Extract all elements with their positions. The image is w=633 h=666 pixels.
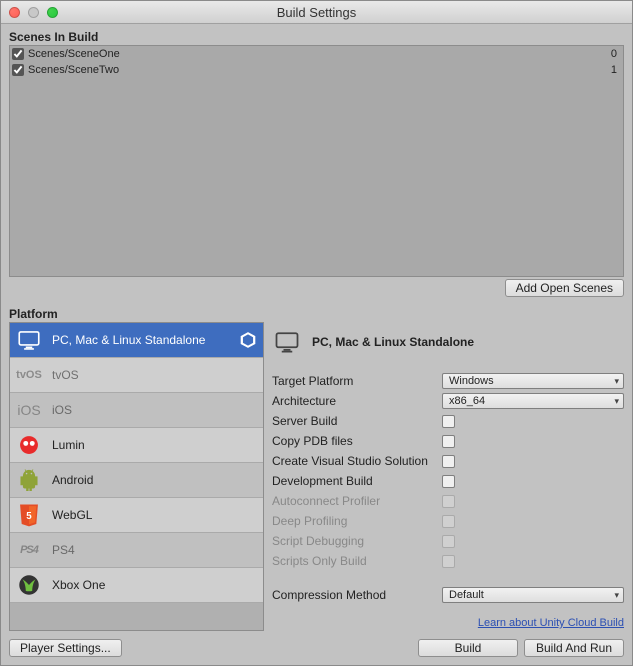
label-scripts-only: Scripts Only Build [272,554,442,568]
row-copy-pdb: Copy PDB files [272,432,624,450]
scene-index: 1 [611,64,619,76]
architecture-dropdown[interactable]: x86_64 ▾ [442,393,624,409]
platform-label: tvOS [52,368,257,382]
cloud-build-link[interactable]: Learn about Unity Cloud Build [272,617,624,629]
platform-row-lumin[interactable]: Lumin [10,428,263,463]
chevron-down-icon: ▾ [614,396,619,407]
row-architecture: Architecture x86_64 ▾ [272,392,624,410]
ps4-icon: PS4 [14,535,44,565]
platform-label: Android [52,473,257,487]
platform-heading: Platform [9,307,624,321]
label-copy-pdb: Copy PDB files [272,434,442,448]
row-script-debug: Script Debugging [272,532,624,550]
build-settings-window: Build Settings Scenes In Build Scenes/Sc… [0,0,633,666]
script-debug-checkbox [442,535,455,548]
footer: Player Settings... Build Build And Run [9,631,624,657]
platform-label: Lumin [52,438,257,452]
label-compression: Compression Method [272,588,442,602]
chevron-down-icon: ▾ [614,376,619,387]
copy-pdb-checkbox[interactable] [442,435,455,448]
platform-row-xboxone[interactable]: Xbox One [10,568,263,603]
vs-solution-checkbox[interactable] [442,455,455,468]
row-server-build: Server Build [272,412,624,430]
deep-profile-checkbox [442,515,455,528]
traffic-lights [1,7,58,18]
target-platform-dropdown[interactable]: Windows ▾ [442,373,624,389]
label-target-platform: Target Platform [272,374,442,388]
dropdown-value: Default [449,589,484,601]
details-title: PC, Mac & Linux Standalone [312,335,474,349]
titlebar: Build Settings [1,1,632,24]
platform-row-webgl[interactable]: 5 WebGL [10,498,263,533]
platform-label: PC, Mac & Linux Standalone [52,333,231,347]
minimize-button[interactable] [28,7,39,18]
platform-row-android[interactable]: Android [10,463,263,498]
scene-label: Scenes/SceneTwo [28,64,611,76]
label-vs-solution: Create Visual Studio Solution [272,454,442,468]
label-script-debug: Script Debugging [272,534,442,548]
row-deep-profile: Deep Profiling [272,512,624,530]
scene-label: Scenes/SceneOne [28,48,611,60]
build-and-run-button[interactable]: Build And Run [524,639,624,657]
lumin-icon [14,430,44,460]
server-build-checkbox[interactable] [442,415,455,428]
platform-list[interactable]: PC, Mac & Linux Standalone tvOS tvOS iOS… [9,322,264,631]
unity-cube-icon [239,331,257,349]
row-vs-solution: Create Visual Studio Solution [272,452,624,470]
platform-label: WebGL [52,508,257,522]
android-icon [14,465,44,495]
scripts-only-checkbox [442,555,455,568]
platform-label: PS4 [52,543,257,557]
label-server-build: Server Build [272,414,442,428]
scene-checkbox[interactable] [12,64,24,76]
row-target-platform: Target Platform Windows ▾ [272,372,624,390]
chevron-down-icon: ▾ [614,590,619,601]
autoconnect-checkbox [442,495,455,508]
ios-icon: iOS [14,395,44,425]
close-button[interactable] [9,7,20,18]
scenes-heading: Scenes In Build [9,30,624,44]
row-dev-build: Development Build [272,472,624,490]
label-dev-build: Development Build [272,474,442,488]
scene-row[interactable]: Scenes/SceneTwo 1 [10,62,623,78]
platform-row-tvos[interactable]: tvOS tvOS [10,358,263,393]
compression-dropdown[interactable]: Default ▾ [442,587,624,603]
label-deep-profile: Deep Profiling [272,514,442,528]
dropdown-value: Windows [449,375,494,387]
dropdown-value: x86_64 [449,395,485,407]
platform-label: Xbox One [52,578,257,592]
monitor-icon [272,327,302,357]
platform-label: iOS [52,403,257,417]
window-title: Build Settings [1,5,632,20]
html5-icon: 5 [14,500,44,530]
row-scripts-only: Scripts Only Build [272,552,624,570]
zoom-button[interactable] [47,7,58,18]
scene-index: 0 [611,48,619,60]
row-compression: Compression Method Default ▾ [272,586,624,604]
monitor-icon [14,325,44,355]
label-architecture: Architecture [272,394,442,408]
scene-checkbox[interactable] [12,48,24,60]
tvos-icon: tvOS [14,360,44,390]
add-open-scenes-button[interactable]: Add Open Scenes [505,279,624,297]
svg-text:5: 5 [26,511,32,522]
dev-build-checkbox[interactable] [442,475,455,488]
build-details: PC, Mac & Linux Standalone Target Platfo… [272,322,624,631]
content-area: Scenes In Build Scenes/SceneOne 0 Scenes… [1,24,632,665]
platform-row-ps4[interactable]: PS4 PS4 [10,533,263,568]
scene-row[interactable]: Scenes/SceneOne 0 [10,46,623,62]
label-autoconnect: Autoconnect Profiler [272,494,442,508]
xbox-icon [14,570,44,600]
row-autoconnect: Autoconnect Profiler [272,492,624,510]
player-settings-button[interactable]: Player Settings... [9,639,122,657]
build-button[interactable]: Build [418,639,518,657]
scenes-list[interactable]: Scenes/SceneOne 0 Scenes/SceneTwo 1 [9,45,624,277]
platform-row-ios[interactable]: iOS iOS [10,393,263,428]
platform-row-standalone[interactable]: PC, Mac & Linux Standalone [10,323,263,358]
